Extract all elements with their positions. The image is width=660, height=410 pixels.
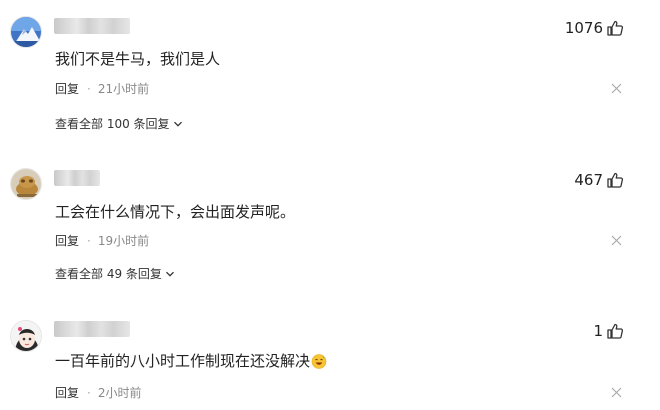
thumbs-up-icon: [607, 20, 624, 36]
like-count: 1: [593, 322, 603, 340]
avatar[interactable]: [10, 320, 42, 352]
avatar[interactable]: [10, 168, 42, 200]
comment-text-row: 一百年前的八小时工作制现在还没解决: [55, 350, 327, 371]
comment-item: 467 工会在什么情况下，会出面发声呢。 回复 · 19小时前 查看全部 49 …: [0, 150, 660, 300]
close-icon[interactable]: [611, 83, 622, 94]
thumbs-up-icon: [607, 323, 624, 339]
like-button[interactable]: 1: [593, 320, 624, 342]
comment-text: 一百年前的八小时工作制现在还没解决: [55, 352, 311, 370]
like-button[interactable]: 1076: [565, 17, 624, 39]
close-icon[interactable]: [611, 387, 622, 398]
close-icon[interactable]: [611, 235, 622, 246]
comment-actions: 回复 · 2小时前: [55, 384, 141, 401]
comment-time: 19小时前: [97, 234, 150, 248]
view-all-replies-label: 查看全部 49 条回复: [55, 267, 162, 281]
separator: ·: [87, 233, 91, 248]
comment-item: 1076 我们不是牛马，我们是人 回复 · 21小时前 查看全部 100 条回复: [0, 0, 660, 150]
view-all-replies-button[interactable]: 查看全部 49 条回复: [55, 265, 175, 282]
like-button[interactable]: 467: [574, 169, 624, 191]
chevron-down-icon: [165, 271, 174, 277]
view-all-replies-button[interactable]: 查看全部 100 条回复: [55, 115, 183, 132]
username-redacted: [54, 170, 100, 186]
username-redacted: [54, 18, 130, 34]
reply-button[interactable]: 回复: [55, 80, 79, 97]
reply-button[interactable]: 回复: [55, 232, 79, 249]
comment-text: 工会在什么情况下，会出面发声呢。: [55, 203, 296, 221]
separator: ·: [87, 385, 91, 400]
comment-time: 21小时前: [97, 82, 150, 96]
comment-time: 2小时前: [97, 386, 142, 400]
avatar[interactable]: [10, 16, 42, 48]
sweat-smile-emoji: [311, 354, 327, 369]
comment-actions: 回复 · 19小时前: [55, 232, 149, 249]
like-count: 1076: [564, 19, 603, 37]
like-count: 467: [574, 171, 603, 189]
username-redacted: [54, 321, 130, 337]
view-all-replies-label: 查看全部 100 条回复: [55, 117, 170, 131]
comment-text: 我们不是牛马，我们是人: [55, 50, 221, 68]
comment-actions: 回复 · 21小时前: [55, 80, 149, 97]
comment-item: 1 一百年前的八小时工作制现在还没解决 回复 · 2小时前: [0, 300, 660, 410]
thumbs-up-icon: [607, 172, 624, 188]
separator: ·: [87, 81, 91, 96]
reply-button[interactable]: 回复: [55, 384, 79, 401]
chevron-down-icon: [173, 121, 182, 127]
